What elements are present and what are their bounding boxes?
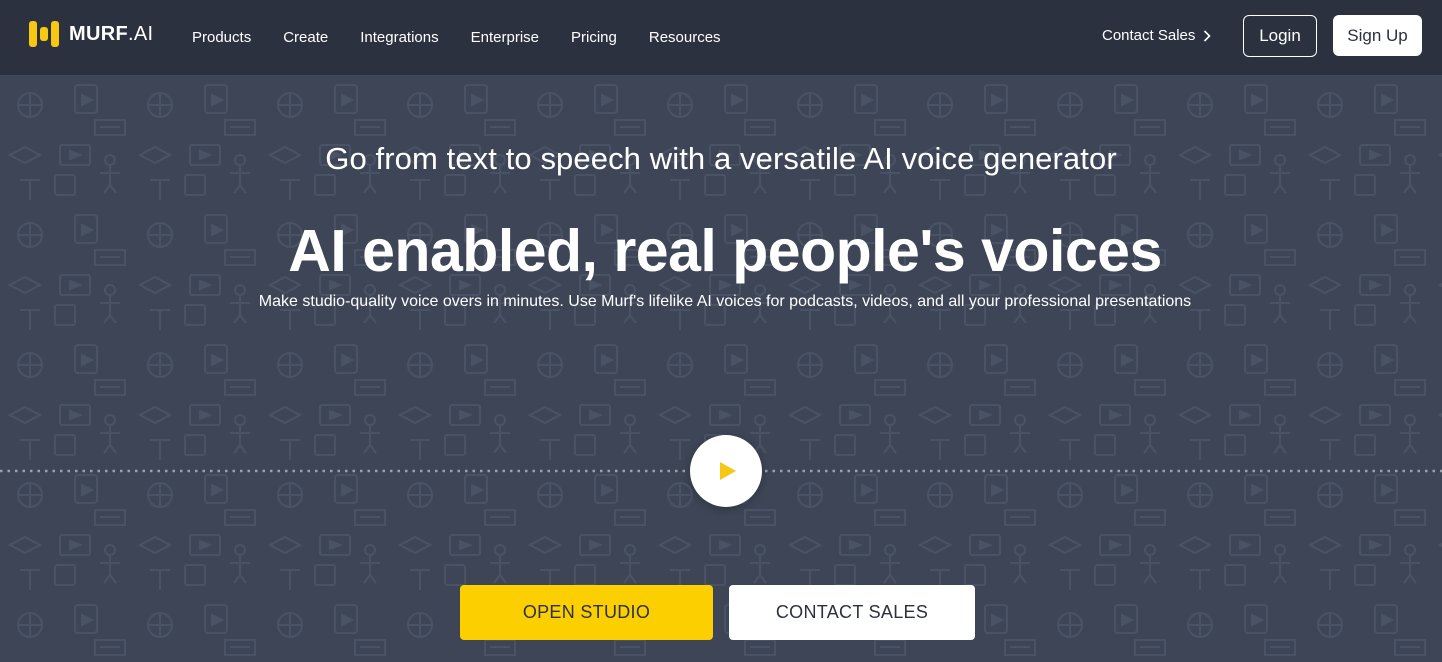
nav-integrations[interactable]: Integrations [344,29,454,46]
logo-wordmark: MURF.AI [69,22,154,45]
contact-sales-button[interactable]: CONTACT SALES [729,585,975,640]
nav-resources[interactable]: Resources [633,29,737,46]
hero-section: Go from text to speech with a versatile … [0,75,1442,662]
top-navbar: MURF.AI Products Create Integrations Ent… [0,0,1442,75]
contact-sales-label: Contact Sales [1102,27,1196,44]
murf-logo-icon [29,21,59,47]
nav-enterprise[interactable]: Enterprise [455,29,555,46]
login-button[interactable]: Login [1243,15,1317,57]
contact-sales-link[interactable]: Contact Sales [1102,27,1212,44]
main-nav: Products Create Integrations Enterprise … [176,0,737,75]
chevron-right-icon [1204,29,1212,42]
nav-create[interactable]: Create [267,29,344,46]
nav-products[interactable]: Products [176,29,267,46]
murf-logo[interactable]: MURF.AI [29,21,153,47]
play-button[interactable] [690,435,762,507]
signup-button[interactable]: Sign Up [1333,15,1422,56]
play-icon [719,462,736,480]
nav-pricing[interactable]: Pricing [555,29,633,46]
hero-subtitle: Go from text to speech with a versatile … [325,141,1117,176]
hero-headline: AI enabled, real people's voices [288,218,1162,284]
hero-description: Make studio-quality voice overs in minut… [258,293,1192,310]
open-studio-button[interactable]: OPEN STUDIO [460,585,713,640]
